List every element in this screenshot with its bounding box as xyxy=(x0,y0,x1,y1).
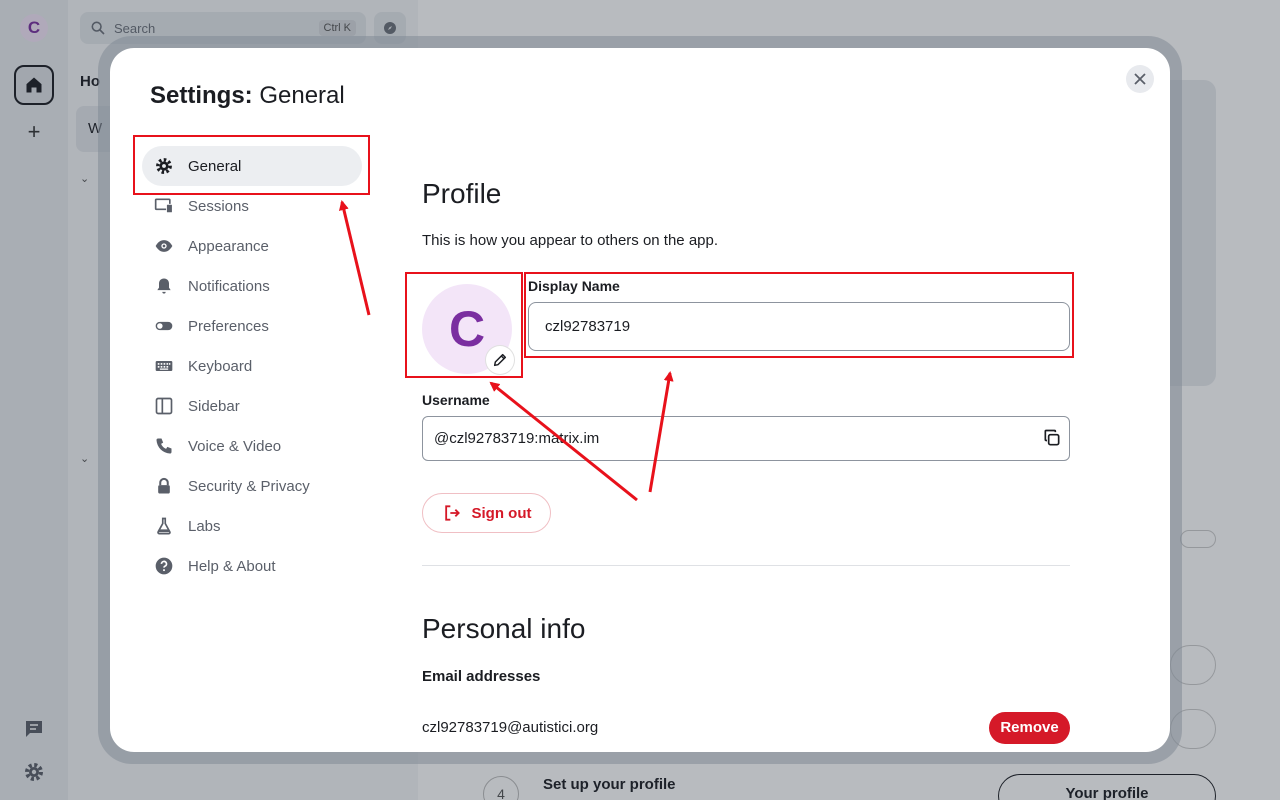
email-address: czl92783719@autistici.org xyxy=(422,719,599,736)
tab-label: Help & About xyxy=(188,557,276,575)
edit-avatar-button[interactable] xyxy=(486,346,514,374)
username-label: Username xyxy=(422,392,490,408)
close-button[interactable] xyxy=(1126,65,1154,93)
bell-icon xyxy=(157,278,171,294)
profile-subtitle: This is how you appear to others on the … xyxy=(422,232,719,249)
close-icon xyxy=(1134,73,1146,85)
username-field: @czl92783719:matrix.im xyxy=(422,416,1070,461)
copy-icon[interactable] xyxy=(1042,428,1062,448)
remove-email-button[interactable]: Remove xyxy=(989,712,1070,744)
tab-preferences[interactable]: Preferences xyxy=(142,306,362,346)
tab-appearance[interactable]: Appearance xyxy=(142,226,362,266)
sign-out-icon xyxy=(444,505,460,521)
sign-out-label: Sign out xyxy=(471,504,532,522)
tab-security-privacy[interactable]: Security & Privacy xyxy=(142,466,362,506)
email-addresses-label: Email addresses xyxy=(422,668,541,685)
pencil-icon xyxy=(493,353,507,367)
toggle-icon xyxy=(155,321,173,331)
gear-icon xyxy=(156,158,172,174)
tab-keyboard[interactable]: Keyboard xyxy=(142,346,362,386)
settings-content: Profile This is how you appear to others… xyxy=(422,48,1082,752)
tab-label: Notifications xyxy=(188,277,270,295)
settings-dialog: Settings: General General Sessions Appea… xyxy=(110,48,1170,752)
help-icon xyxy=(155,557,173,575)
tab-help-about[interactable]: Help & About xyxy=(142,546,362,586)
tab-sidebar[interactable]: Sidebar xyxy=(142,386,362,426)
tab-sessions[interactable]: Sessions xyxy=(142,186,362,226)
keyboard-icon xyxy=(155,361,173,371)
tab-label: General xyxy=(188,157,242,175)
sign-out-button[interactable]: Sign out xyxy=(422,493,551,533)
display-name-input[interactable]: czl92783719 xyxy=(528,302,1070,351)
tab-label: Keyboard xyxy=(188,357,253,375)
section-divider xyxy=(422,565,1070,566)
display-name-label: Display Name xyxy=(528,278,620,294)
tab-label: Appearance xyxy=(188,237,269,255)
devices-icon xyxy=(154,198,173,214)
lock-icon xyxy=(158,477,170,494)
phone-icon xyxy=(156,438,172,454)
tab-label: Voice & Video xyxy=(188,437,282,455)
tab-general[interactable]: General xyxy=(142,146,362,186)
tab-voice-video[interactable]: Voice & Video xyxy=(142,426,362,466)
flask-icon xyxy=(157,517,171,535)
settings-tabs: General Sessions Appearance Notification… xyxy=(142,146,362,586)
tab-label: Preferences xyxy=(188,317,269,335)
tab-labs[interactable]: Labs xyxy=(142,506,362,546)
profile-heading: Profile xyxy=(422,178,502,209)
personal-info-heading: Personal info xyxy=(422,613,586,644)
eye-icon xyxy=(155,240,173,252)
tab-label: Sidebar xyxy=(188,397,240,415)
tab-label: Sessions xyxy=(188,197,249,215)
dialog-title: Settings: General xyxy=(150,82,345,109)
tab-label: Labs xyxy=(188,517,221,535)
sidebar-icon xyxy=(155,397,173,415)
tab-notifications[interactable]: Notifications xyxy=(142,266,362,306)
tab-label: Security & Privacy xyxy=(188,477,310,495)
